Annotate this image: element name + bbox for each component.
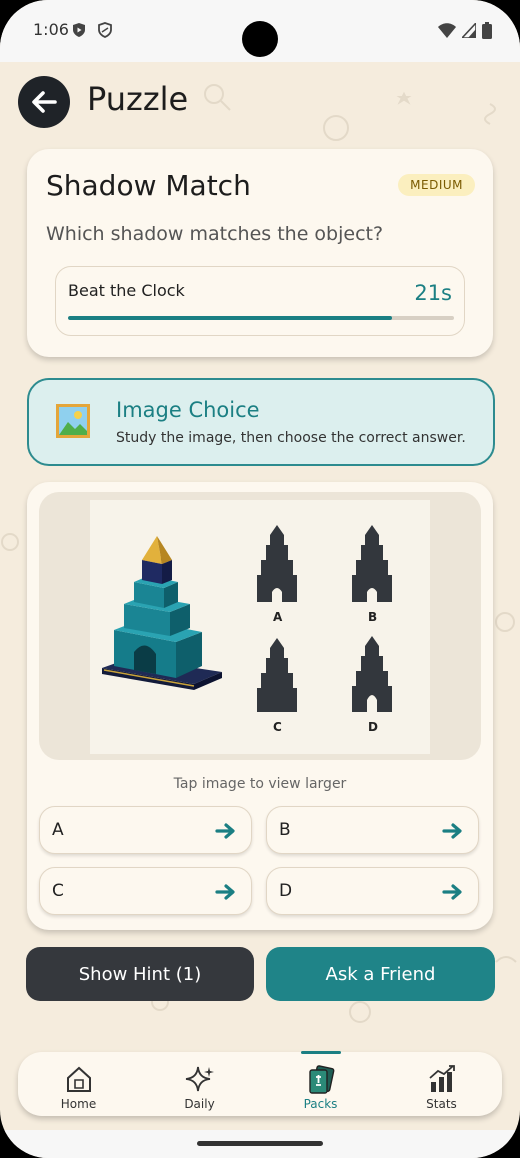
answer-button-b[interactable]: B: [266, 806, 479, 854]
nav-label: Home: [60, 1097, 97, 1111]
timer-value: 21s: [414, 281, 452, 305]
wifi-icon: [438, 22, 456, 38]
answer-label: C: [52, 881, 64, 901]
nav-active-indicator: [301, 1051, 341, 1054]
puzzle-image[interactable]: A B C D: [90, 500, 430, 754]
phone-screen: 1:06 Puzzle Shadow Match MEDIUM Which sh…: [0, 0, 520, 1158]
timer-progress-track: [68, 316, 454, 320]
sparkle-icon: [185, 1066, 214, 1092]
nav-item-home[interactable]: Home: [18, 1052, 139, 1116]
nav-item-stats[interactable]: Stats: [381, 1052, 502, 1116]
shadow-label-b: B: [368, 610, 378, 624]
puzzle-info-card: Shadow Match MEDIUM Which shadow matches…: [27, 149, 493, 357]
timer-label: Beat the Clock: [68, 281, 185, 300]
tower-object-illustration: [102, 525, 392, 712]
image-choice-banner: Image Choice Study the image, then choos…: [27, 378, 495, 466]
timer-progress-fill: [68, 316, 393, 320]
page-title: Puzzle: [87, 80, 189, 118]
answer-label: D: [279, 881, 293, 901]
arrow-left-icon: [32, 91, 57, 113]
difficulty-badge: MEDIUM: [398, 174, 475, 196]
arrow-right-icon: [215, 884, 235, 900]
arrow-right-icon: [442, 823, 462, 839]
nav-label: Daily: [184, 1097, 215, 1111]
home-puzzle-icon: [67, 1066, 91, 1092]
status-system-icons: [438, 22, 492, 39]
framed-picture-icon: [56, 404, 90, 438]
shield-outline-icon: [98, 22, 112, 38]
camera-cutout: [242, 21, 278, 57]
nav-label: Stats: [426, 1097, 457, 1111]
puzzle-question: Which shadow matches the object?: [46, 223, 384, 245]
home-gesture-indicator[interactable]: [197, 1141, 323, 1146]
app-header: Puzzle: [0, 62, 520, 142]
shadow-label-c: C: [273, 720, 282, 734]
nav-item-daily[interactable]: Daily: [139, 1052, 260, 1116]
bottom-navigation: Home Daily Packs Stats: [18, 1051, 502, 1116]
puzzle-card: A B C D Tap image to view larger A B C D: [27, 482, 493, 930]
answer-label: B: [279, 820, 291, 840]
nav-item-packs[interactable]: Packs: [260, 1051, 381, 1116]
tap-image-hint: Tap image to view larger: [173, 776, 347, 792]
answer-label: A: [52, 820, 64, 840]
back-button[interactable]: [18, 76, 70, 128]
shield-play-icon: [73, 23, 85, 37]
mode-subtitle: Study the image, then choose the correct…: [116, 430, 466, 446]
shadow-label-a: A: [273, 610, 283, 624]
status-notification-icons: [71, 22, 113, 38]
stats-chart-icon: [429, 1065, 455, 1092]
arrow-right-icon: [215, 823, 235, 839]
nav-label: Packs: [303, 1097, 338, 1111]
answer-button-a[interactable]: A: [39, 806, 252, 854]
battery-icon: [482, 22, 492, 39]
answer-button-d[interactable]: D: [266, 867, 479, 915]
arrow-right-icon: [442, 884, 462, 900]
timer-panel: Beat the Clock 21s: [55, 266, 465, 336]
shadow-label-d: D: [368, 720, 378, 734]
ask-friend-button[interactable]: Ask a Friend: [266, 947, 495, 1001]
status-time: 1:06: [33, 20, 69, 39]
puzzle-title: Shadow Match: [46, 169, 251, 202]
mode-title: Image Choice: [116, 398, 260, 422]
status-bar: 1:06: [0, 0, 520, 62]
show-hint-button[interactable]: Show Hint (1): [26, 947, 254, 1001]
puzzle-image-frame[interactable]: A B C D: [39, 492, 481, 760]
answer-button-c[interactable]: C: [39, 867, 252, 915]
cell-signal-icon: [462, 23, 476, 38]
cards-icon: [309, 1065, 335, 1094]
